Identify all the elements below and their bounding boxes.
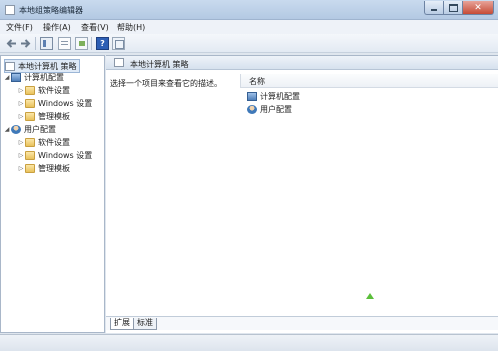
view-icon bbox=[115, 40, 124, 49]
tree-pane[interactable]: 本地计算机 策略 ◢ 计算机配置 ▷ 软件设置 ▷ Windows 设置 ▷ 管… bbox=[0, 55, 105, 333]
forward-button[interactable] bbox=[19, 37, 32, 50]
tab-strip bbox=[106, 316, 498, 330]
tree-item-label: 管理模板 bbox=[38, 163, 70, 173]
close-button[interactable]: ✕ bbox=[462, 1, 494, 15]
folder-icon bbox=[25, 163, 35, 173]
list-item-user-config[interactable]: 用户配置 bbox=[247, 103, 292, 115]
show-tree-icon bbox=[43, 40, 46, 47]
properties-button[interactable] bbox=[58, 37, 71, 50]
list-item-label: 用户配置 bbox=[260, 104, 292, 114]
expand-arrow-icon[interactable]: ▷ bbox=[17, 139, 25, 146]
tree-item-label: Windows 设置 bbox=[38, 150, 93, 160]
tree-item-windows-settings[interactable]: ▷ Windows 设置 bbox=[17, 149, 92, 161]
tree-item-label: 用户配置 bbox=[24, 124, 56, 134]
folder-icon bbox=[25, 111, 35, 121]
minimize-icon bbox=[431, 8, 437, 11]
app-icon bbox=[5, 5, 15, 15]
tree-item-label: 本地计算机 策略 bbox=[18, 61, 77, 71]
tab-standard[interactable]: 标准 bbox=[133, 318, 157, 330]
title-bar[interactable]: 本地组策略编辑器 ✕ bbox=[0, 0, 498, 20]
details-header: 本地计算机 策略 bbox=[106, 56, 498, 70]
forward-arrow-icon bbox=[21, 39, 31, 48]
expand-arrow-icon[interactable]: ▷ bbox=[17, 87, 25, 94]
menu-help[interactable]: 帮助(H) bbox=[117, 22, 145, 33]
details-header-title: 本地计算机 策略 bbox=[130, 60, 189, 69]
computer-icon bbox=[247, 91, 257, 101]
list-item-label: 计算机配置 bbox=[260, 91, 300, 101]
show-tree-button[interactable] bbox=[40, 37, 53, 50]
tree-item-software-settings[interactable]: ▷ 软件设置 bbox=[17, 136, 70, 148]
details-pane[interactable] bbox=[106, 55, 498, 333]
toolbar: ? bbox=[0, 34, 498, 53]
tree-item-computer-config[interactable]: ◢ 计算机配置 bbox=[3, 71, 64, 83]
user-icon bbox=[11, 124, 21, 134]
computer-icon bbox=[11, 72, 21, 82]
folder-icon bbox=[25, 85, 35, 95]
status-bar bbox=[0, 334, 498, 351]
back-button[interactable] bbox=[5, 37, 18, 50]
maximize-icon bbox=[448, 3, 458, 12]
back-arrow-icon bbox=[6, 39, 16, 48]
expand-arrow-icon[interactable]: ▷ bbox=[17, 100, 25, 107]
tree-item-label: Windows 设置 bbox=[38, 98, 93, 108]
help-icon: ? bbox=[100, 39, 105, 48]
properties-icon bbox=[61, 41, 68, 42]
tree-item-label: 软件设置 bbox=[38, 85, 70, 95]
description-text: 选择一个项目来查看它的描述。 bbox=[110, 79, 222, 88]
tab-extended[interactable]: 扩展 bbox=[110, 318, 134, 330]
export-button[interactable] bbox=[75, 37, 88, 50]
toolbar-separator bbox=[91, 37, 92, 50]
user-icon bbox=[247, 104, 257, 114]
policy-icon bbox=[114, 58, 124, 67]
minimize-button[interactable] bbox=[424, 1, 443, 15]
folder-icon bbox=[25, 98, 35, 108]
tree-item-label: 计算机配置 bbox=[24, 72, 64, 82]
view-button[interactable] bbox=[112, 37, 125, 50]
menu-view[interactable]: 查看(V) bbox=[81, 22, 109, 33]
window-title: 本地组策略编辑器 bbox=[19, 6, 83, 15]
maximize-button[interactable] bbox=[443, 1, 462, 15]
tree-item-admin-templates[interactable]: ▷ 管理模板 bbox=[17, 110, 70, 122]
tree-item-user-config[interactable]: ◢ 用户配置 bbox=[3, 123, 56, 135]
tree-item-windows-settings[interactable]: ▷ Windows 设置 bbox=[17, 97, 92, 109]
collapse-arrow-icon[interactable]: ◢ bbox=[3, 74, 11, 81]
tree-item-software-settings[interactable]: ▷ 软件设置 bbox=[17, 84, 70, 96]
tree-item-admin-templates[interactable]: ▷ 管理模板 bbox=[17, 162, 70, 174]
expand-arrow-icon[interactable]: ▷ bbox=[17, 165, 25, 172]
menu-bar: 文件(F) 操作(A) 查看(V) 帮助(H) bbox=[0, 20, 498, 34]
column-header-name[interactable]: 名称 bbox=[249, 76, 265, 87]
close-icon: ✕ bbox=[474, 2, 482, 13]
tree-item-label: 管理模板 bbox=[38, 111, 70, 121]
export-icon bbox=[79, 41, 85, 46]
toolbar-separator bbox=[35, 37, 36, 50]
expand-arrow-icon[interactable]: ▷ bbox=[17, 113, 25, 120]
folder-icon bbox=[25, 150, 35, 160]
collapse-arrow-icon[interactable]: ◢ bbox=[3, 126, 11, 133]
folder-icon bbox=[25, 137, 35, 147]
menu-file[interactable]: 文件(F) bbox=[6, 22, 33, 33]
menu-action[interactable]: 操作(A) bbox=[43, 22, 71, 33]
help-button[interactable]: ? bbox=[96, 37, 109, 50]
policy-icon bbox=[5, 61, 15, 71]
list-item-computer-config[interactable]: 计算机配置 bbox=[247, 90, 300, 102]
list-header: 名称 bbox=[240, 74, 498, 88]
tree-item-label: 软件设置 bbox=[38, 137, 70, 147]
expand-arrow-icon[interactable]: ▷ bbox=[17, 152, 25, 159]
window-controls: ✕ bbox=[424, 1, 494, 15]
cursor-icon bbox=[366, 293, 374, 299]
